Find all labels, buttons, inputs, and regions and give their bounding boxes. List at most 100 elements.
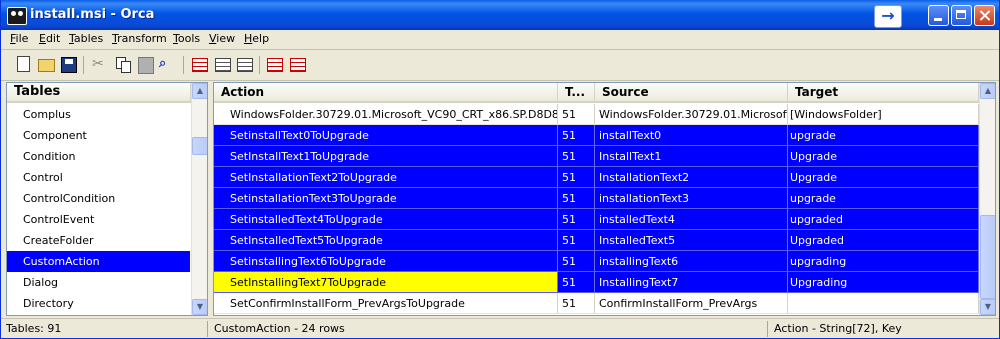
cell-action[interactable]: SetinstallingText6ToUpgrade bbox=[214, 251, 558, 272]
table-row-selected[interactable]: SetInstallText1ToUpgrade 51 InstallText1… bbox=[214, 146, 979, 167]
tables-scrollbar[interactable]: ▲ ▼ bbox=[191, 83, 207, 315]
cell-type[interactable]: 51 bbox=[558, 104, 595, 125]
cell-target[interactable]: upgrading bbox=[788, 251, 979, 272]
title-bar[interactable]: install.msi - Orca → bbox=[1, 0, 999, 30]
table-item-selected[interactable]: CustomAction bbox=[7, 251, 190, 272]
column-header-source[interactable]: Source bbox=[595, 83, 788, 103]
table-row[interactable]: SetConfirmInstallForm_PrevArgsToUpgrade … bbox=[214, 293, 979, 314]
table-row-selected[interactable]: SetInstallingText7ToUpgrade 51 Installin… bbox=[214, 272, 979, 293]
tables-list[interactable]: Tables Complus Component Condition Contr… bbox=[6, 82, 208, 316]
menu-tables[interactable]: Tables bbox=[68, 32, 104, 45]
close-button[interactable] bbox=[974, 5, 995, 26]
cell-type[interactable]: 51 bbox=[558, 209, 595, 230]
table-item[interactable]: ControlEvent bbox=[7, 209, 190, 230]
table-row-selected[interactable]: SetinstallationText3ToUpgrade 51 install… bbox=[214, 188, 979, 209]
scroll-down-icon[interactable]: ▼ bbox=[980, 299, 995, 315]
table-row[interactable]: WindowsFolder.30729.01.Microsoft_VC90_CR… bbox=[214, 104, 979, 125]
cell-target[interactable]: Upgraded bbox=[788, 230, 979, 251]
cell-target[interactable]: Upgrading bbox=[788, 272, 979, 293]
table-item[interactable]: Complus bbox=[7, 104, 190, 125]
cell-action[interactable]: SetinstallText0ToUpgrade bbox=[214, 125, 558, 146]
cell-source[interactable]: InstalledText5 bbox=[595, 230, 788, 251]
table-row-selected[interactable]: SetInstalledText5ToUpgrade 51 InstalledT… bbox=[214, 230, 979, 251]
column-header-target[interactable]: Target bbox=[788, 83, 979, 103]
cell-action[interactable]: SetInstalledText5ToUpgrade bbox=[214, 230, 558, 251]
cell-action[interactable]: SetInstallationText2ToUpgrade bbox=[214, 167, 558, 188]
paste-icon[interactable] bbox=[138, 57, 154, 74]
menu-edit[interactable]: Edit bbox=[38, 32, 61, 45]
cell-action[interactable]: WindowsFolder.30729.01.Microsoft_VC90_CR… bbox=[214, 104, 558, 125]
cell-target[interactable] bbox=[788, 293, 979, 314]
edit-row-icon[interactable] bbox=[215, 58, 231, 72]
scroll-up-icon[interactable]: ▲ bbox=[192, 83, 207, 99]
minimize-button[interactable] bbox=[928, 5, 949, 26]
rows-scrollbar[interactable]: ▲ ▼ bbox=[979, 83, 995, 315]
arrow-right-icon[interactable]: → bbox=[874, 5, 902, 28]
scroll-down-icon[interactable]: ▼ bbox=[192, 299, 207, 315]
new-icon[interactable] bbox=[17, 56, 30, 72]
cell-source[interactable]: installationText3 bbox=[595, 188, 788, 209]
table-item[interactable]: ControlCondition bbox=[7, 188, 190, 209]
cell-source[interactable]: installText0 bbox=[595, 125, 788, 146]
cell-type[interactable]: 51 bbox=[558, 188, 595, 209]
cell-type[interactable]: 51 bbox=[558, 293, 595, 314]
merge-icon[interactable] bbox=[290, 58, 306, 72]
table-item[interactable]: Control bbox=[7, 167, 190, 188]
cell-source[interactable]: ConfirmInstallForm_PrevArgs bbox=[595, 293, 788, 314]
cell-source[interactable]: installingText6 bbox=[595, 251, 788, 272]
cell-target[interactable]: [WindowsFolder] bbox=[788, 104, 979, 125]
menu-transform[interactable]: Transform bbox=[111, 32, 168, 45]
cell-action[interactable]: SetinstalledText4ToUpgrade bbox=[214, 209, 558, 230]
cell-type[interactable]: 51 bbox=[558, 167, 595, 188]
menu-help[interactable]: Help bbox=[243, 32, 270, 45]
cell-type[interactable]: 51 bbox=[558, 125, 595, 146]
table-row-selected[interactable]: SetinstallingText6ToUpgrade 51 installin… bbox=[214, 251, 979, 272]
cell-action[interactable]: SetConfirmInstallForm_PrevArgsToUpgrade bbox=[214, 293, 558, 314]
copy-icon[interactable] bbox=[115, 56, 133, 74]
cut-icon[interactable]: ✂ bbox=[92, 56, 110, 74]
find-icon[interactable]: ⌕ bbox=[159, 56, 177, 74]
rows-grid[interactable]: Action T... Source Target WindowsFolder.… bbox=[213, 82, 996, 316]
cell-source[interactable]: InstallingText7 bbox=[595, 272, 788, 293]
cell-source[interactable]: InstallText1 bbox=[595, 146, 788, 167]
table-row-selected[interactable]: SetinstallText0ToUpgrade 51 installText0… bbox=[214, 125, 979, 146]
new-row-icon[interactable] bbox=[192, 58, 208, 72]
cell-type[interactable]: 51 bbox=[558, 146, 595, 167]
table-item[interactable]: Component bbox=[7, 125, 190, 146]
drop-row-icon[interactable] bbox=[237, 58, 253, 72]
scroll-thumb[interactable] bbox=[980, 215, 995, 299]
cell-target[interactable]: upgrade bbox=[788, 125, 979, 146]
column-header-action[interactable]: Action bbox=[214, 83, 558, 103]
cell-source[interactable]: InstallationText2 bbox=[595, 167, 788, 188]
open-icon[interactable] bbox=[38, 59, 55, 72]
table-item[interactable]: Directory bbox=[7, 293, 190, 314]
cell-action-focused[interactable]: SetInstallingText7ToUpgrade bbox=[214, 272, 558, 293]
cell-type[interactable]: 51 bbox=[558, 230, 595, 251]
validate-icon[interactable] bbox=[267, 58, 283, 72]
menu-file[interactable]: File bbox=[9, 32, 29, 45]
cell-type[interactable]: 51 bbox=[558, 272, 595, 293]
cell-target[interactable]: Upgrade bbox=[788, 146, 979, 167]
scroll-up-icon[interactable]: ▲ bbox=[980, 83, 995, 99]
cell-target[interactable]: upgrade bbox=[788, 188, 979, 209]
cell-target[interactable]: upgraded bbox=[788, 209, 979, 230]
orca-window: install.msi - Orca → File Edit Tables Tr… bbox=[0, 0, 1000, 339]
table-item[interactable]: Dialog bbox=[7, 272, 190, 293]
scroll-thumb[interactable] bbox=[192, 137, 207, 155]
save-icon[interactable] bbox=[61, 57, 77, 73]
menu-tools[interactable]: Tools bbox=[172, 32, 201, 45]
cell-target[interactable]: Upgrade bbox=[788, 167, 979, 188]
tables-header[interactable]: Tables bbox=[7, 83, 191, 103]
maximize-button[interactable] bbox=[951, 5, 972, 26]
table-row-selected[interactable]: SetinstalledText4ToUpgrade 51 installedT… bbox=[214, 209, 979, 230]
table-item[interactable]: CreateFolder bbox=[7, 230, 190, 251]
cell-source[interactable]: WindowsFolder.30729.01.Microsoft... bbox=[595, 104, 788, 125]
cell-source[interactable]: installedText4 bbox=[595, 209, 788, 230]
cell-type[interactable]: 51 bbox=[558, 251, 595, 272]
cell-action[interactable]: SetinstallationText3ToUpgrade bbox=[214, 188, 558, 209]
menu-view[interactable]: View bbox=[208, 32, 236, 45]
cell-action[interactable]: SetInstallText1ToUpgrade bbox=[214, 146, 558, 167]
column-header-type[interactable]: T... bbox=[558, 83, 595, 103]
table-item[interactable]: Condition bbox=[7, 146, 190, 167]
table-row-selected[interactable]: SetInstallationText2ToUpgrade 51 Install… bbox=[214, 167, 979, 188]
